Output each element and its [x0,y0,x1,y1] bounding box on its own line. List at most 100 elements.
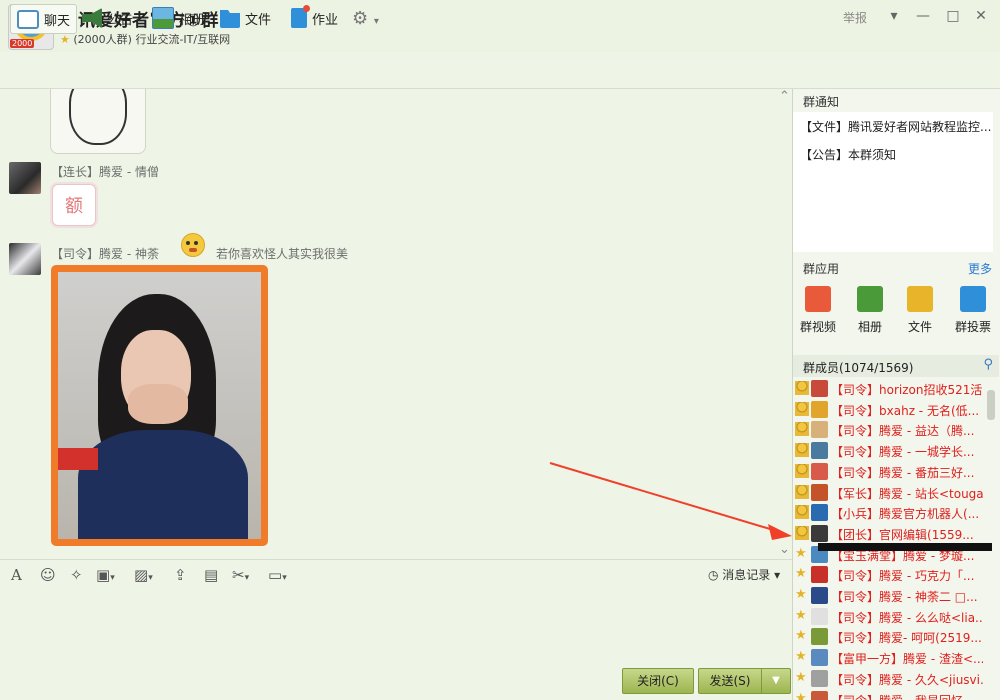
admin-icon [795,401,809,416]
member-list[interactable]: 【司令】horizon招收521活... 【司令】bxahz - 无名(低... 【… [793,378,983,700]
dropdown-icon[interactable]: ▾ [883,6,905,26]
screenshot-icon[interactable]: ✂▾ [232,566,249,584]
admin-icon [795,484,809,499]
member-role: 【司令】 [831,383,880,397]
member-nickname: 腾爱 - 番茄三好... [879,465,975,480]
member-row[interactable]: ★ 【司令】腾爱 - 我是回忆... [793,689,983,700]
member-row[interactable]: 【军长】腾爱 - 站长<touga... [793,482,983,503]
member-row[interactable]: 【司令】腾爱 - 一城学长... [793,440,983,461]
member-row[interactable]: ★ 【富甲一方】腾爱 - 渣渣<... [793,647,983,668]
album-icon [857,286,883,312]
emoji-button-icon[interactable]: ☺ [40,566,56,584]
send-options-icon[interactable]: ▼ [761,668,791,694]
font-icon[interactable]: A [11,566,22,584]
announcement-icon [82,8,102,28]
member-row[interactable]: 【司令】腾爱 - 益达（腾... [793,419,983,440]
member-name: 【司令】腾爱 - 神荼二 □... [831,588,978,605]
app-album[interactable]: 相册 [845,286,895,335]
chat-icon [17,9,39,29]
apps-title: 群应用 [803,262,840,276]
gif-icon[interactable]: ▣▾ [96,566,115,584]
gear-icon[interactable]: ⚙ ▾ [352,8,379,29]
member-scrollbar[interactable] [985,378,997,700]
member-signature: 若你喜欢怪人其实我很美 [216,247,349,261]
member-row[interactable]: 【司令】腾爱 - 番茄三好... [793,461,983,482]
close-button[interactable]: 关闭(C) [622,668,694,694]
member-role: 【军长】 [831,486,880,501]
member-avatar [811,669,828,687]
collapse-icon[interactable]: ⌃ [779,89,790,104]
scroll-thumb[interactable] [987,390,995,420]
member-name: 【司令】腾爱 - 我是回忆... [831,692,974,700]
message-input[interactable] [0,590,792,665]
admin-icon [795,505,809,520]
notice-item[interactable]: 【文件】腾讯爱好者网站教程监控... [800,118,992,135]
member-avatar [811,524,828,542]
tab-chat[interactable]: 聊天 [10,4,78,34]
app-video[interactable]: 群视频 [793,286,843,335]
member-name: 【司令】腾爱 - 一城学长... [831,443,974,460]
close-window-button[interactable]: ✕ [970,6,992,26]
expand-icon[interactable]: ⌄ [779,542,790,557]
more-tools-icon[interactable]: ▭▾ [268,566,287,584]
member-name: 【军长】腾爱 - 站长<touga... [831,485,983,502]
tab-announcement[interactable]: 公告 [82,4,133,32]
member-avatar [811,462,828,480]
magic-wand-icon[interactable]: ✧ [70,566,83,584]
tab-album[interactable]: 相册 [152,4,205,32]
app-label: 文件 [907,320,932,334]
app-vote[interactable]: 群投票 [948,286,998,335]
member-row[interactable]: ★ 【司令】腾爱 - 巧克力「... [793,564,983,585]
image-icon[interactable]: ▨▾ [134,566,153,584]
report-button[interactable]: 举报 [843,9,867,26]
member-row[interactable]: 【司令】bxahz - 无名(低... [793,399,983,420]
input-toolbar: A ☺ ✧ ▣▾ ▨▾ ⇪ ▤ ✂▾ ▭▾ [0,559,792,590]
member-role: 【富甲一方】 [831,652,904,667]
message-header: 【司令】腾爱 - 神荼 [51,247,159,261]
maximize-button[interactable]: □ [942,6,964,26]
more-apps-link[interactable]: 更多 [968,260,992,277]
album-icon [152,7,174,29]
member-name: 【富甲一方】腾爱 - 渣渣<... [831,650,983,667]
notice-item[interactable]: 【公告】本群须知 [800,146,992,163]
message-bubble[interactable]: 额 [52,184,96,226]
app-label: 群投票 [954,320,991,334]
star-icon: ★ [60,33,70,46]
toolbar [0,52,1000,89]
member-row[interactable]: ★ 【司令】腾爱 - 久久<jiusvi... [793,668,983,689]
member-role: 【司令】 [831,445,880,460]
tab-label: 相册 [179,12,206,28]
avatar[interactable] [9,162,41,194]
avatar[interactable] [9,243,41,275]
group-subtitle: ★ (2000人群) 行业交流-IT/互联网 [60,31,230,47]
member-row[interactable]: 【小兵】腾爱官方机器人(... [793,502,983,523]
gift-icon[interactable]: ▤ [204,566,218,584]
tab-file[interactable]: 文件 [220,4,271,32]
member-avatar [811,400,828,418]
minimize-button[interactable]: — [912,6,934,26]
member-name: 【小兵】腾爱官方机器人(... [831,505,979,522]
upload-icon[interactable]: ⇪ [174,566,187,584]
tab-homework[interactable]: 作业 [291,4,338,32]
member-row[interactable]: ★ 【司令】腾爱 - 么么哒<lia... [793,606,983,627]
emoji-icon [181,233,205,257]
redaction-bar [818,543,992,551]
search-icon[interactable]: ⚲ [983,357,993,372]
tab-label: 文件 [245,12,272,28]
member-row[interactable]: ★ 【司令】腾爱 - 神荼二 □... [793,585,983,606]
member-row[interactable]: 【团长】官网编辑(1559... [793,523,983,544]
sticker-image[interactable] [50,89,146,154]
member-nickname: 腾爱- 呵呵(2519... [879,631,982,646]
notice-panel: 【文件】腾讯爱好者网站教程监控... 【公告】本群须知 [793,112,993,252]
member-nickname: 腾爱 - 一城学长... [879,445,975,460]
history-button[interactable]: ◷ 消息记录 ▾ [708,566,780,583]
member-role: 【司令】 [831,631,880,646]
app-file[interactable]: 文件 [895,286,945,335]
apps-panel: 群视频 相册 文件 群投票 [793,278,999,348]
photo-message[interactable] [51,265,268,546]
star-icon: ★ [795,649,807,665]
member-row[interactable]: ★ 【司令】腾爱- 呵呵(2519... [793,626,983,647]
send-button[interactable]: 发送(S) [698,668,761,694]
member-row[interactable]: 【司令】horizon招收521活... [793,378,983,399]
member-avatar [811,421,828,439]
